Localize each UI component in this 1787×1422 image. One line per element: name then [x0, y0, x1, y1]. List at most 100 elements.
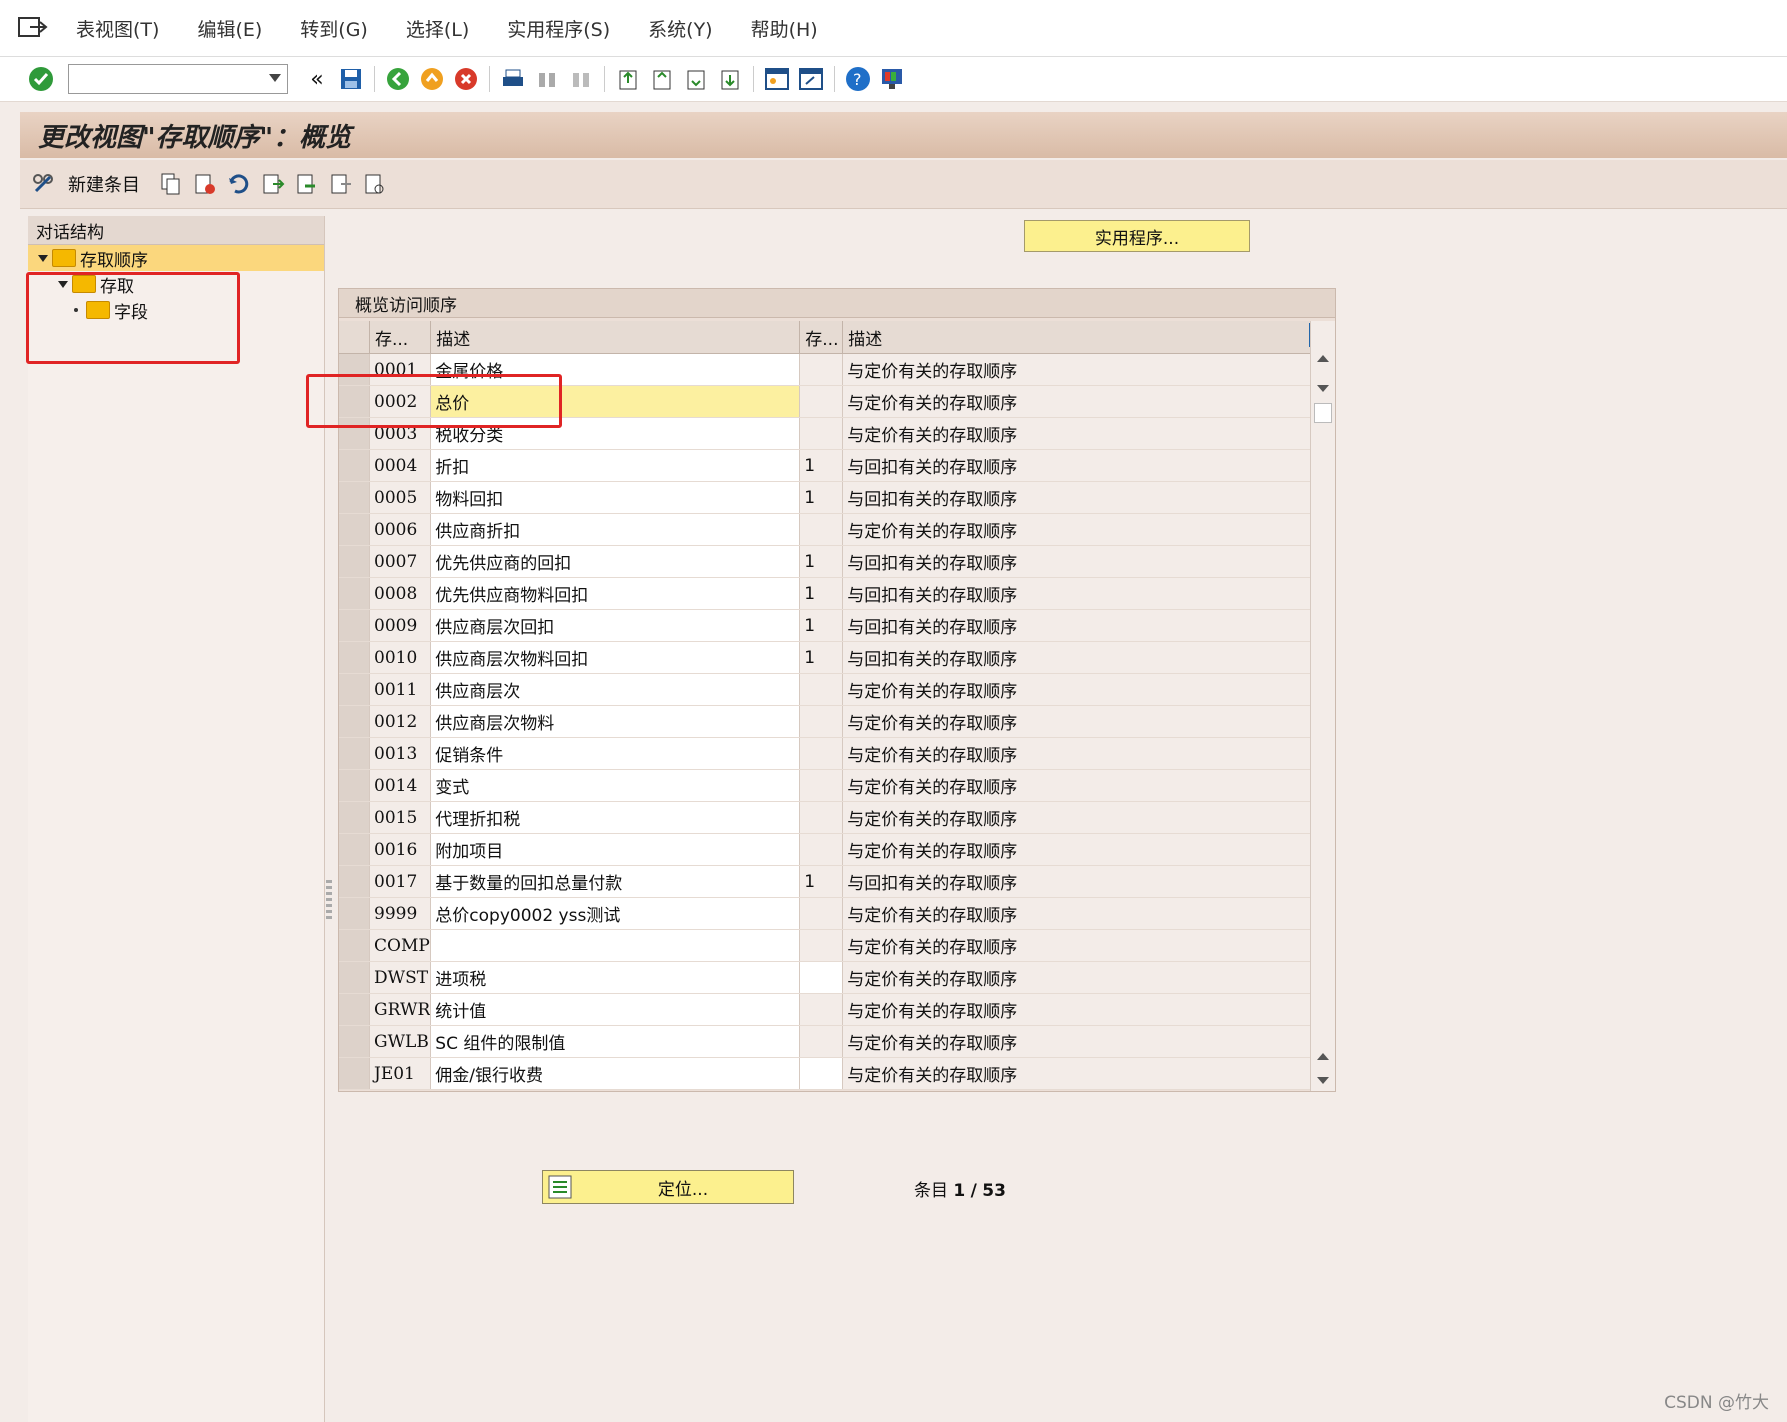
table-row[interactable]: 0004 折扣 1 与回扣有关的存取顺序	[339, 449, 1325, 482]
col-header-access-category[interactable]: 存...	[799, 321, 844, 354]
cell-description-input[interactable]: SC 组件的限制值	[430, 1025, 801, 1058]
cell-description-input[interactable]: 变式	[430, 769, 801, 802]
cell-description-input[interactable]: 佣金/银行收费	[430, 1057, 801, 1090]
row-selector[interactable]	[339, 993, 370, 1026]
table-row[interactable]: 0007 优先供应商的回扣 1 与回扣有关的存取顺序	[339, 545, 1325, 578]
scroll-down-icon[interactable]	[1317, 385, 1329, 392]
row-selector[interactable]	[339, 769, 370, 802]
find-icon[interactable]	[532, 64, 562, 94]
row-selector[interactable]	[339, 833, 370, 866]
cell-description-input[interactable]: 供应商折扣	[430, 513, 801, 546]
cell-description-input[interactable]: 折扣	[430, 449, 801, 482]
cell-description-input[interactable]: 进项税	[430, 961, 801, 994]
row-selector[interactable]	[339, 865, 370, 898]
print-field-list-icon[interactable]	[360, 169, 390, 199]
table-row[interactable]: 9999 总价copy0002 yss测试 与定价有关的存取顺序	[339, 897, 1325, 930]
row-selector[interactable]	[339, 577, 370, 610]
scroll-up-icon[interactable]	[1317, 355, 1329, 362]
vertical-scrollbar[interactable]	[1310, 321, 1335, 1091]
app-menu-icon[interactable]	[16, 13, 50, 43]
new-entries-button[interactable]: 新建条目	[68, 171, 140, 197]
last-page-icon[interactable]	[715, 64, 745, 94]
table-row[interactable]: 0006 供应商折扣 与定价有关的存取顺序	[339, 513, 1325, 546]
copy-as-icon[interactable]	[156, 169, 186, 199]
menu-select[interactable]: 选择(L)	[406, 15, 469, 42]
new-session-icon[interactable]	[762, 64, 792, 94]
row-selector[interactable]	[339, 961, 370, 994]
table-row[interactable]: DWST 进项税 与定价有关的存取顺序	[339, 961, 1325, 994]
table-row[interactable]: 0009 供应商层次回扣 1 与回扣有关的存取顺序	[339, 609, 1325, 642]
page-down-icon[interactable]	[1317, 1077, 1329, 1084]
cell-description-input[interactable]: 总价copy0002 yss测试	[430, 897, 801, 930]
table-row[interactable]: GWLB SC 组件的限制值 与定价有关的存取顺序	[339, 1025, 1325, 1058]
cell-description-input[interactable]: 供应商层次物料	[430, 705, 801, 738]
page-up-icon[interactable]	[1317, 1053, 1329, 1060]
command-input[interactable]	[69, 65, 253, 91]
back-icon[interactable]	[383, 64, 413, 94]
table-row[interactable]: 0017 基于数量的回扣总量付款 1 与回扣有关的存取顺序	[339, 865, 1325, 898]
menu-system[interactable]: 系统(Y)	[648, 15, 712, 42]
cell-description-input[interactable]: 基于数量的回扣总量付款	[430, 865, 801, 898]
cell-description-input[interactable]: 供应商层次	[430, 673, 801, 706]
cell-description-input[interactable]	[430, 929, 801, 962]
cell-description-input[interactable]: 供应商层次回扣	[430, 609, 801, 642]
col-header-access-sequence[interactable]: 存...	[369, 321, 432, 354]
row-selector[interactable]	[339, 513, 370, 546]
row-selector[interactable]	[339, 929, 370, 962]
command-field[interactable]	[68, 64, 288, 94]
col-header-description[interactable]: 描述	[430, 321, 801, 354]
table-row[interactable]: JE01 佣金/银行收费 与定价有关的存取顺序	[339, 1057, 1325, 1090]
table-row[interactable]: 0010 供应商层次物料回扣 1 与回扣有关的存取顺序	[339, 641, 1325, 674]
cancel-icon[interactable]	[451, 64, 481, 94]
next-page-icon[interactable]	[681, 64, 711, 94]
deselect-all-icon[interactable]	[326, 169, 356, 199]
table-row[interactable]: 0013 促销条件 与定价有关的存取顺序	[339, 737, 1325, 770]
menu-utilities[interactable]: 实用程序(S)	[507, 15, 610, 42]
menu-help[interactable]: 帮助(H)	[751, 15, 818, 42]
undo-change-icon[interactable]	[224, 169, 254, 199]
table-row[interactable]: 0008 优先供应商物料回扣 1 与回扣有关的存取顺序	[339, 577, 1325, 610]
row-selector[interactable]	[339, 1057, 370, 1090]
table-row[interactable]: 0012 供应商层次物料 与定价有关的存取顺序	[339, 705, 1325, 738]
table-row[interactable]: 0015 代理折扣税 与定价有关的存取顺序	[339, 801, 1325, 834]
cell-description-input[interactable]: 物料回扣	[430, 481, 801, 514]
save-icon[interactable]	[336, 64, 366, 94]
cell-description-input[interactable]: 统计值	[430, 993, 801, 1026]
utilities-button[interactable]: 实用程序...	[1024, 220, 1250, 252]
tree-node-access-sequence[interactable]: 存取顺序	[28, 245, 324, 271]
row-selector[interactable]	[339, 897, 370, 930]
table-row[interactable]: COMP 与定价有关的存取顺序	[339, 929, 1325, 962]
row-selector[interactable]	[339, 801, 370, 834]
table-row[interactable]: 0016 附加项目 与定价有关的存取顺序	[339, 833, 1325, 866]
cell-description-input[interactable]: 附加项目	[430, 833, 801, 866]
customize-layout-icon[interactable]	[877, 64, 907, 94]
row-selector[interactable]	[339, 1025, 370, 1058]
menu-table-view[interactable]: 表视图(T)	[76, 15, 159, 42]
delete-icon[interactable]	[190, 169, 220, 199]
row-selector[interactable]	[339, 545, 370, 578]
expand-triangle-icon[interactable]	[38, 254, 48, 262]
collapse-command-field-button[interactable]: «	[302, 64, 332, 94]
row-selector[interactable]	[339, 673, 370, 706]
table-row[interactable]: 0011 供应商层次 与定价有关的存取顺序	[339, 673, 1325, 706]
cell-description-input[interactable]: 促销条件	[430, 737, 801, 770]
row-selector[interactable]	[339, 449, 370, 482]
first-page-icon[interactable]	[613, 64, 643, 94]
enter-check-icon[interactable]	[26, 64, 56, 94]
cell-description-input[interactable]: 代理折扣税	[430, 801, 801, 834]
menu-edit[interactable]: 编辑(E)	[197, 15, 262, 42]
table-row[interactable]: GRWR 统计值 与定价有关的存取顺序	[339, 993, 1325, 1026]
menu-goto[interactable]: 转到(G)	[300, 15, 368, 42]
previous-page-icon[interactable]	[647, 64, 677, 94]
table-row[interactable]: 0005 物料回扣 1 与回扣有关的存取顺序	[339, 481, 1325, 514]
cell-description-input[interactable]: 优先供应商的回扣	[430, 545, 801, 578]
row-selector[interactable]	[339, 609, 370, 642]
cell-description-input[interactable]: 供应商层次物料回扣	[430, 641, 801, 674]
scrollbar-thumb[interactable]	[1314, 403, 1332, 423]
select-block-icon[interactable]	[292, 169, 322, 199]
position-button[interactable]: 定位...	[542, 1170, 794, 1204]
table-row[interactable]: 0014 变式 与定价有关的存取顺序	[339, 769, 1325, 802]
shortcut-icon[interactable]	[796, 64, 826, 94]
row-selector[interactable]	[339, 481, 370, 514]
col-header-category-description[interactable]: 描述	[842, 321, 1325, 354]
